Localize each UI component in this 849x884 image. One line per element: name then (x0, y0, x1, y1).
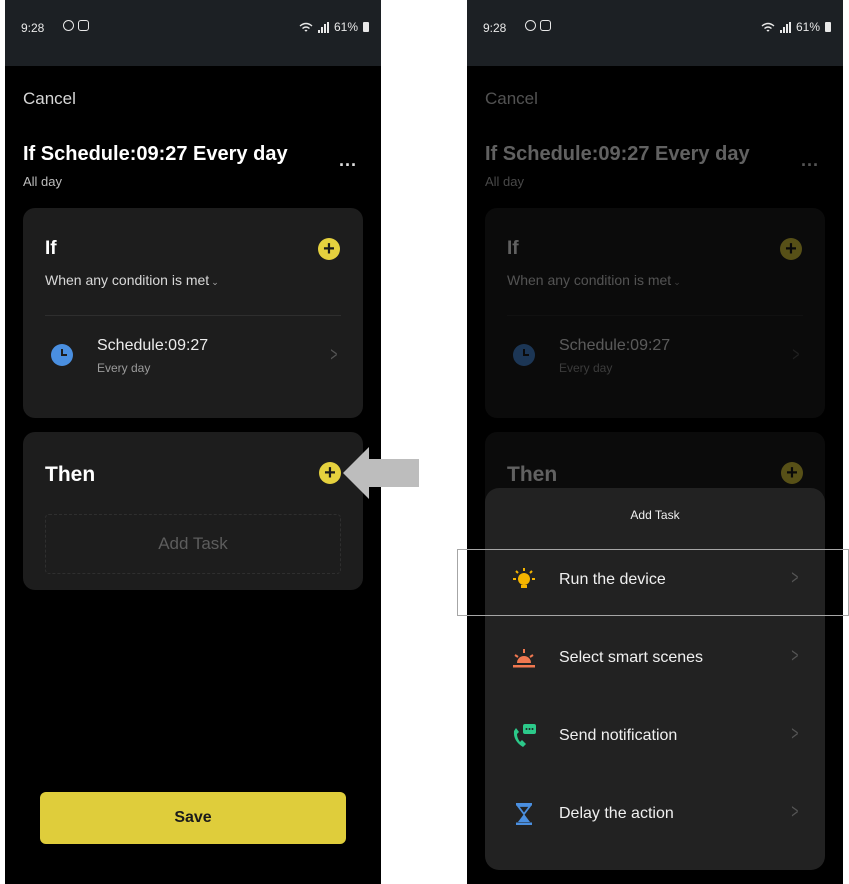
signal-icon (317, 21, 329, 33)
sunrise-icon (513, 649, 535, 668)
then-card: Then + Add Task (23, 432, 363, 590)
page-subtitle: All day (23, 174, 63, 189)
add-task-placeholder[interactable]: Add Task (45, 514, 341, 574)
highlight-box (457, 549, 849, 616)
chevron-down-icon: ⌄ (211, 277, 219, 287)
more-options-button[interactable]: ... (339, 150, 357, 171)
save-button[interactable]: Save (40, 792, 346, 844)
wifi-icon (299, 22, 313, 32)
chevron-right-icon: > (791, 801, 799, 823)
status-bar: 9:28 61% (467, 0, 843, 66)
signal-icon (779, 21, 791, 33)
cancel-button[interactable]: Cancel (23, 89, 76, 109)
phone-screen-right: 9:28 61% Cancel If Schedule:09:27 Every … (467, 0, 843, 884)
battery-percent: 61% (333, 20, 358, 34)
condition-selector[interactable]: When any condition is met⌄ (45, 272, 219, 288)
schedule-title: Schedule:09:27 (97, 337, 209, 354)
add-action-button[interactable]: + (319, 462, 341, 484)
status-time: 9:28 (483, 21, 507, 35)
clock-icon (51, 344, 73, 366)
phone-screen-left: 9:28 61% Cancel If Schedule:09:27 Every … (5, 0, 381, 884)
gallery-icon (540, 20, 551, 31)
sheet-title: Add Task (630, 508, 680, 522)
option-label: Send notification (559, 727, 678, 744)
chevron-right-icon: > (330, 344, 338, 366)
option-send-notification[interactable]: Send notification > (485, 706, 825, 766)
option-label: Select smart scenes (559, 649, 704, 666)
if-card: If + When any condition is met⌄ Schedule… (23, 208, 363, 418)
wifi-icon (761, 22, 775, 32)
option-label: Delay the action (559, 805, 674, 822)
chevron-right-icon: > (791, 645, 799, 667)
battery-icon (825, 22, 831, 32)
then-heading: Then (45, 463, 96, 486)
option-smart-scenes[interactable]: Select smart scenes > (485, 628, 825, 688)
battery-icon (363, 22, 369, 32)
status-bar: 9:28 61% (5, 0, 381, 66)
if-heading: If (45, 238, 57, 259)
pointer-arrow-icon (343, 447, 419, 499)
add-condition-button[interactable]: + (318, 238, 340, 260)
instagram-icon (63, 20, 74, 31)
hourglass-icon (516, 803, 532, 825)
phone-message-icon (513, 724, 536, 747)
option-delay-action[interactable]: Delay the action > (485, 784, 825, 844)
gallery-icon (78, 20, 89, 31)
battery-percent: 61% (795, 20, 820, 34)
schedule-subtitle: Every day (97, 361, 151, 375)
add-task-sheet: Add Task Run the device > Select smart s… (485, 488, 825, 870)
page-title: If Schedule:09:27 Every day (23, 143, 288, 165)
status-time: 9:28 (21, 21, 45, 35)
chevron-right-icon: > (791, 723, 799, 745)
divider (45, 315, 341, 316)
instagram-icon (525, 20, 536, 31)
